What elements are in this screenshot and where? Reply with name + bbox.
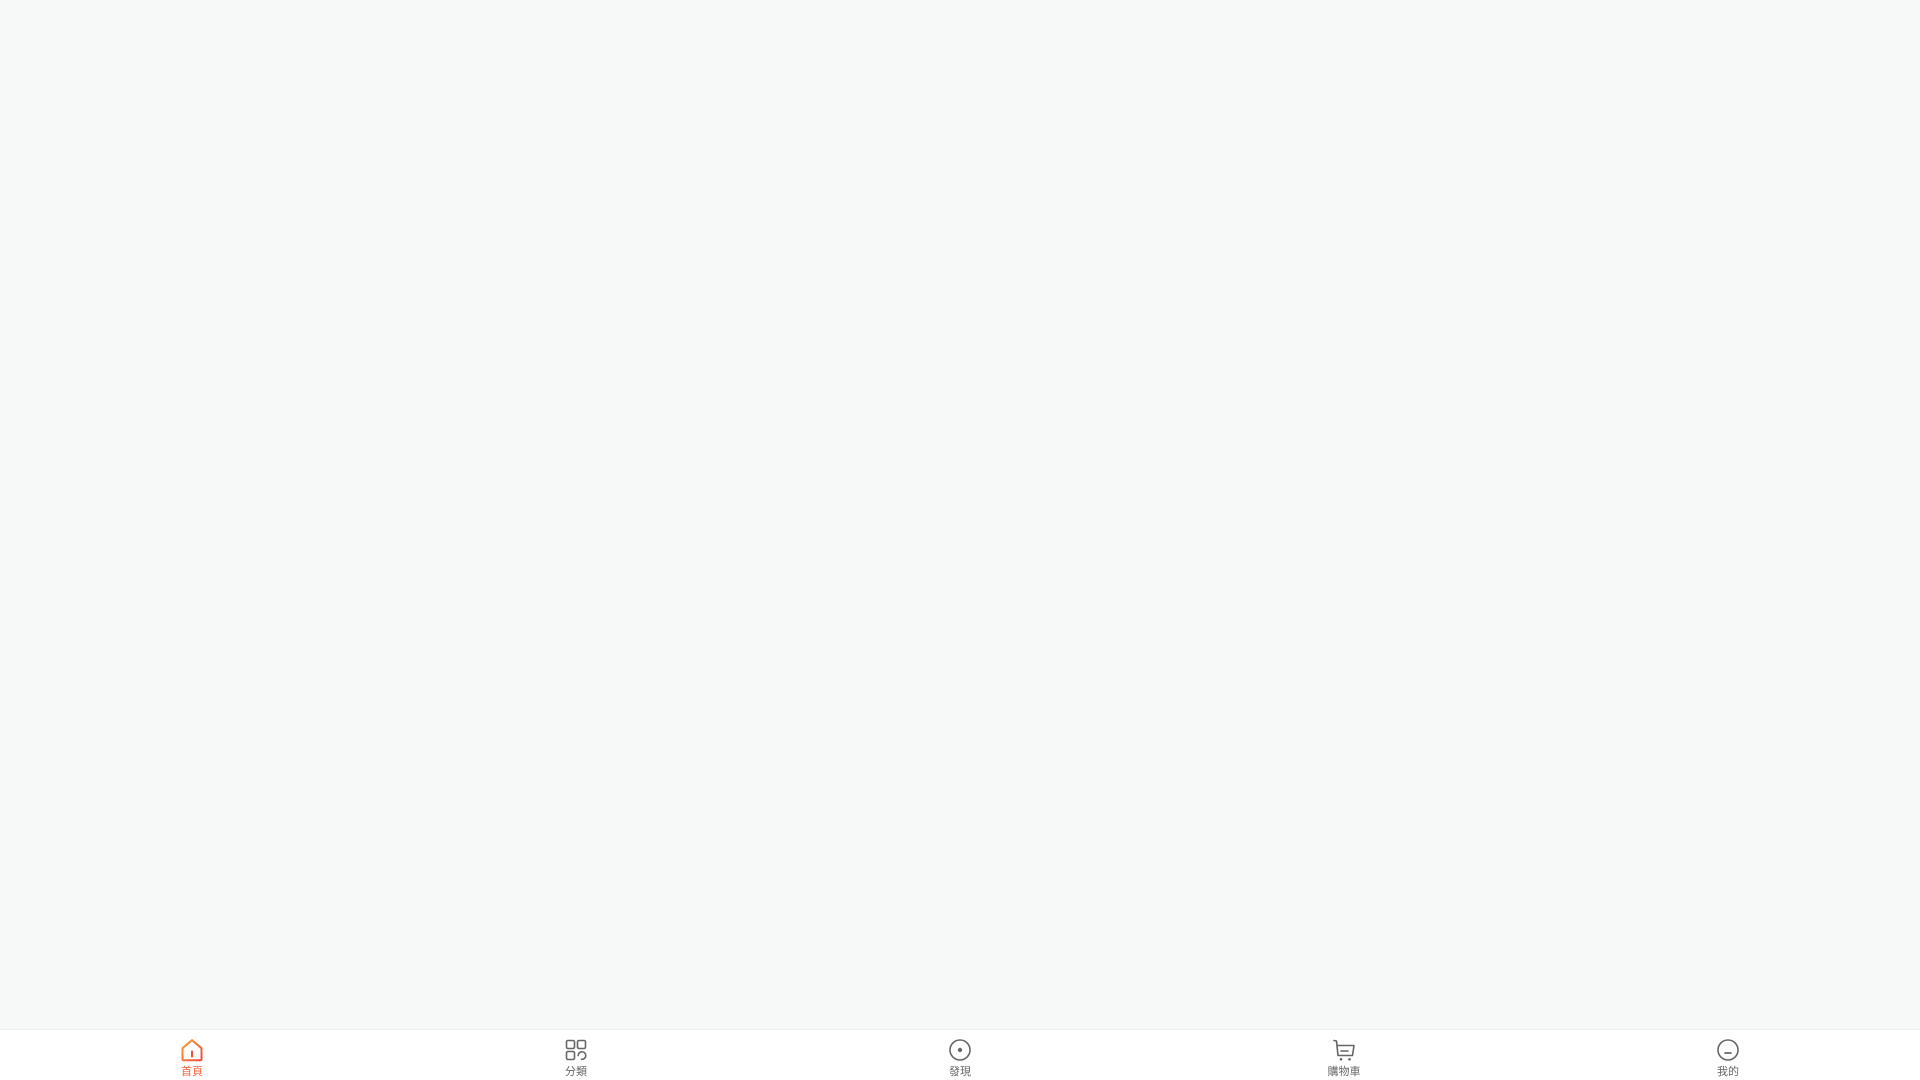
bottom-tab-bar: 首頁 分類 發現 購物車 我的 [0, 1029, 1920, 1080]
cart-icon [1330, 1036, 1358, 1064]
tab-discover-label: 發現 [949, 1065, 971, 1078]
compass-icon [946, 1036, 974, 1064]
tab-home-label: 首頁 [181, 1065, 203, 1078]
tab-home[interactable]: 首頁 [132, 1030, 252, 1080]
tab-mine[interactable]: 我的 [1668, 1030, 1788, 1080]
tab-mine-label: 我的 [1717, 1065, 1739, 1078]
app-root: 首頁 分類 發現 購物車 我的 [0, 0, 1920, 1080]
tab-cart-label: 購物車 [1327, 1065, 1361, 1078]
face-icon [1714, 1036, 1742, 1064]
main-content-area [0, 0, 1920, 1029]
tab-cart[interactable]: 購物車 [1284, 1030, 1404, 1080]
tab-category-label: 分類 [565, 1065, 587, 1078]
home-icon [178, 1036, 206, 1064]
tab-discover[interactable]: 發現 [900, 1030, 1020, 1080]
tab-category[interactable]: 分類 [516, 1030, 636, 1080]
grid-icon [562, 1036, 590, 1064]
